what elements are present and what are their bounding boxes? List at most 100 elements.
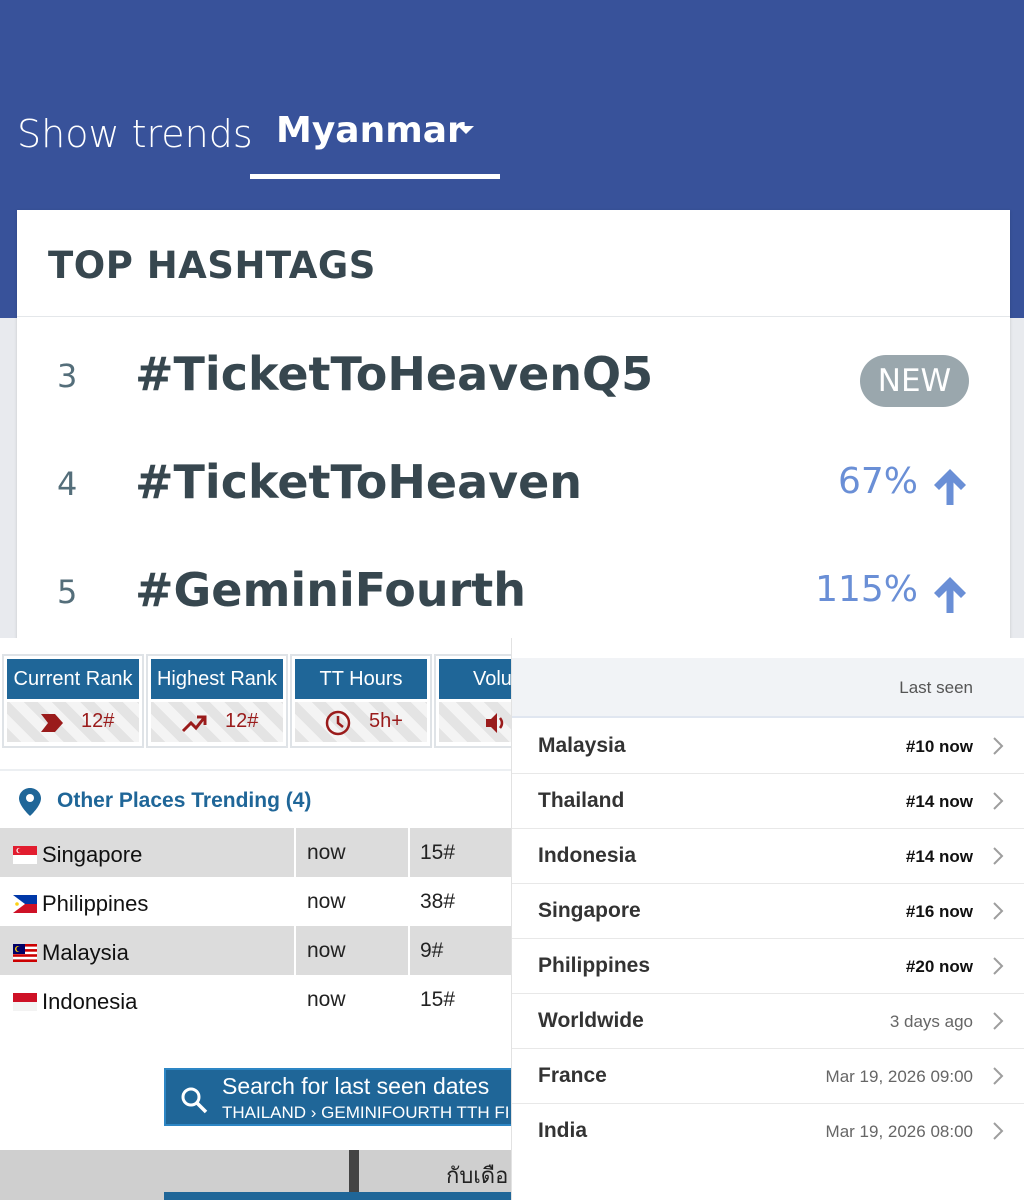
- arrow-up-icon: [934, 577, 966, 613]
- change-percent: 67%: [837, 461, 918, 502]
- highest-rank-box: Highest Rank 12#: [146, 654, 288, 748]
- place-country: Philippines: [42, 891, 149, 916]
- search-icon: [181, 1087, 208, 1114]
- country-selector[interactable]: Myanmar: [250, 106, 500, 180]
- tt-hours-box: TT Hours 5h+: [290, 654, 432, 748]
- selected-country: Myanmar: [276, 110, 465, 151]
- place-row[interactable]: Singapore now 15#: [0, 828, 511, 877]
- place-rank: 38#: [420, 890, 456, 913]
- hashtag-row[interactable]: 5 #GeminiFourth 115%: [17, 543, 1010, 643]
- last-seen-place: Worldwide: [538, 1009, 644, 1032]
- last-seen-place: Indonesia: [538, 844, 637, 867]
- last-seen-value: Mar 19, 2026 08:00: [825, 1122, 973, 1141]
- chevron-right-icon: [993, 792, 1004, 810]
- hashtag-rank: 4: [57, 465, 78, 503]
- chevron-right-icon: [993, 1012, 1004, 1030]
- last-seen-place: Singapore: [538, 899, 641, 922]
- dropdown-caret-icon: [458, 126, 474, 134]
- last-seen-row[interactable]: France Mar 19, 2026 09:00: [512, 1049, 1024, 1104]
- other-places-title: Other Places Trending (4): [57, 789, 312, 812]
- hashtag-name: #TicketToHeaven: [135, 455, 583, 509]
- volume-icon: [486, 713, 504, 733]
- last-seen-row[interactable]: Malaysia #10 now: [512, 719, 1024, 774]
- chevron-right-icon: [993, 847, 1004, 865]
- stat-value: 12#: [81, 710, 115, 732]
- chevron-right-icon: [993, 957, 1004, 975]
- hashtag-name: #TicketToHeavenQ5: [135, 347, 654, 401]
- stat-value: 12#: [225, 710, 259, 732]
- singapore-flag-icon: [13, 846, 37, 864]
- last-seen-row[interactable]: Singapore #16 now: [512, 884, 1024, 939]
- current-rank-box: Current Rank 12#: [2, 654, 144, 748]
- search-last-seen-button[interactable]: Search for last seen dates THAILAND › GE…: [164, 1068, 511, 1126]
- footer-thai-text: กับเดือ: [446, 1164, 509, 1189]
- last-seen-label: Last seen: [899, 678, 973, 697]
- last-seen-value: 3 days ago: [889, 1012, 973, 1031]
- chevron-right-icon: [993, 1122, 1004, 1140]
- stat-label: Current Rank: [7, 659, 139, 699]
- place-time: now: [307, 988, 346, 1011]
- place-country: Malaysia: [42, 940, 129, 965]
- last-seen-row[interactable]: Philippines #20 now: [512, 939, 1024, 994]
- hashtag-row[interactable]: 4 #TicketToHeaven 67%: [17, 435, 1010, 535]
- malaysia-flag-icon: [13, 944, 37, 962]
- last-seen-panel: Last seen Malaysia #10 now Thailand #14 …: [511, 638, 1024, 1200]
- map-pin-icon: [19, 788, 41, 816]
- search-subtitle: THAILAND › GEMINIFOURTH TTH FI: [222, 1103, 510, 1122]
- place-country: Indonesia: [42, 989, 138, 1014]
- strip-blue-bar: [164, 1192, 511, 1200]
- hashtag-row[interactable]: 3 #TicketToHeavenQ5 NEW: [17, 327, 1010, 427]
- stat-label: Highest Rank: [151, 659, 283, 699]
- last-seen-value: #20 now: [905, 957, 973, 976]
- top-hashtags-card: TOP HASHTAGS 3 #TicketToHeavenQ5 NEW 4 #…: [17, 210, 1010, 650]
- place-time: now: [307, 841, 346, 864]
- change-percent: 115%: [815, 569, 918, 610]
- selector-underline: [250, 174, 500, 179]
- hashtag-name: #GeminiFourth: [135, 563, 527, 617]
- search-title: Search for last seen dates: [222, 1073, 490, 1099]
- hashtag-rank: 5: [57, 573, 78, 611]
- place-row[interactable]: Philippines now 38#: [0, 877, 511, 926]
- last-seen-value: #14 now: [905, 792, 973, 811]
- chevron-right-icon: [993, 902, 1004, 920]
- chevron-right-icon: [993, 737, 1004, 755]
- arrow-up-icon: [934, 469, 966, 505]
- last-seen-row[interactable]: Indonesia #14 now: [512, 829, 1024, 884]
- last-seen-value: #16 now: [905, 902, 973, 921]
- trending-up-icon: [181, 715, 207, 733]
- last-seen-place: Thailand: [538, 789, 625, 812]
- card-divider: [17, 316, 1010, 317]
- place-row[interactable]: Indonesia now 15#: [0, 975, 511, 1024]
- stat-value: 5h+: [369, 710, 403, 732]
- last-seen-place: France: [538, 1064, 607, 1087]
- rank-arrow-icon: [41, 714, 63, 732]
- place-time: now: [307, 939, 346, 962]
- stat-label: TT Hours: [295, 659, 427, 699]
- last-seen-row[interactable]: Worldwide 3 days ago: [512, 994, 1024, 1049]
- last-seen-value: #14 now: [905, 847, 973, 866]
- philippines-flag-icon: [13, 895, 37, 913]
- clock-icon: [325, 710, 351, 736]
- last-seen-place: India: [538, 1119, 588, 1142]
- last-seen-row[interactable]: India Mar 19, 2026 08:00: [512, 1104, 1024, 1159]
- last-seen-value: Mar 19, 2026 09:00: [825, 1067, 973, 1086]
- stat-label: Volu: [439, 659, 511, 699]
- trend-stats-panel: Current Rank 12# Highest Rank 12# TT Hou…: [0, 638, 511, 1200]
- card-title: TOP HASHTAGS: [48, 244, 376, 287]
- place-rank: 15#: [420, 988, 456, 1011]
- last-seen-row[interactable]: Thailand #14 now: [512, 774, 1024, 829]
- last-seen-place: Malaysia: [538, 734, 626, 757]
- place-row[interactable]: Malaysia now 9#: [0, 926, 511, 975]
- last-seen-header: Last seen: [512, 658, 1024, 718]
- indonesia-flag-icon: [13, 993, 37, 1011]
- show-trends-label: Show trends: [17, 112, 253, 156]
- volume-box: Volu: [434, 654, 511, 748]
- place-rank: 15#: [420, 841, 456, 864]
- hashtag-rank: 3: [57, 357, 78, 395]
- place-time: now: [307, 890, 346, 913]
- place-country: Singapore: [42, 842, 143, 867]
- place-rank: 9#: [420, 939, 444, 962]
- last-seen-value: #10 now: [905, 737, 973, 756]
- new-badge: NEW: [860, 355, 969, 407]
- chevron-right-icon: [993, 1067, 1004, 1085]
